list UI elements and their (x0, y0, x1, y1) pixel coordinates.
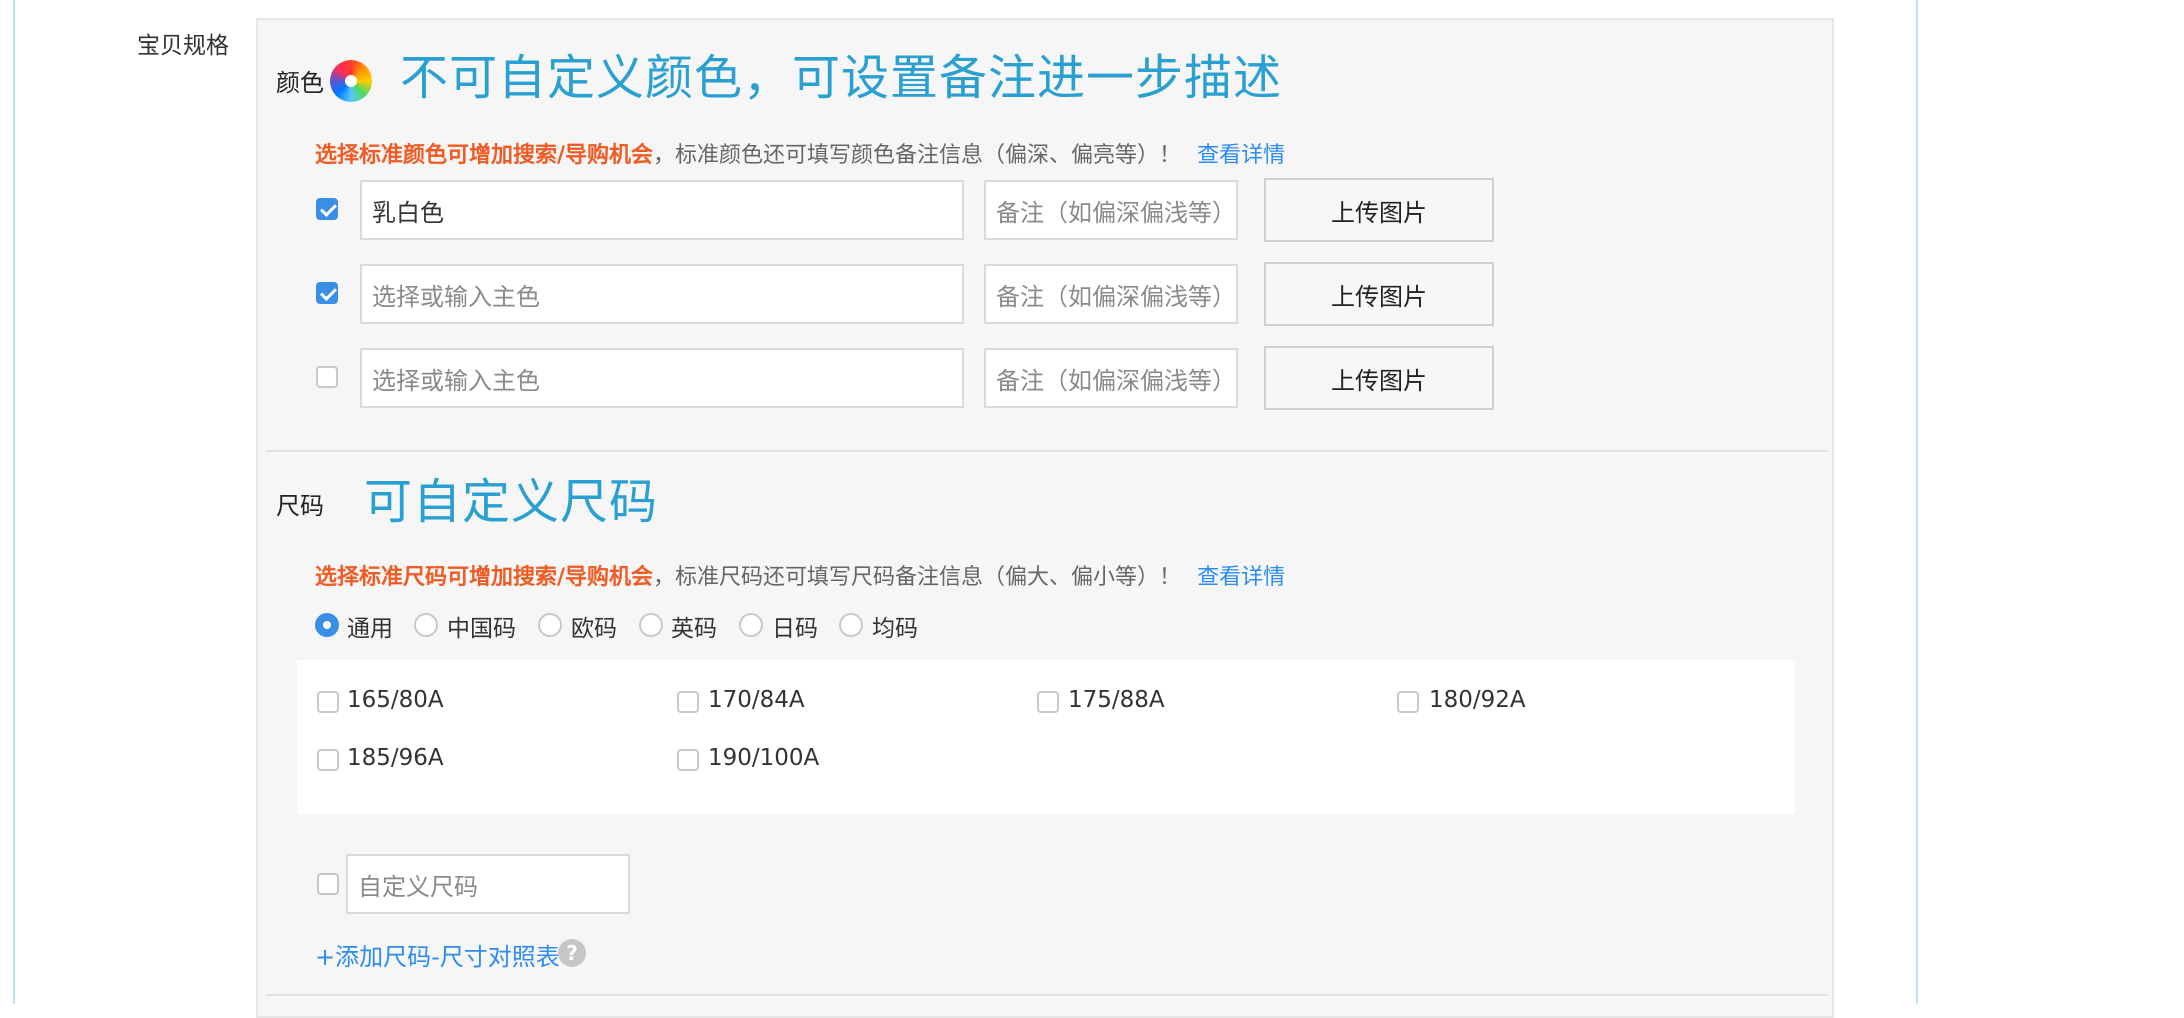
color-row-1-input[interactable]: 乳白色 (360, 180, 964, 240)
color-row-3-note-input[interactable]: 备注（如偏深偏浅等） (984, 348, 1238, 408)
size-checkbox-185-96a[interactable] (317, 749, 339, 771)
color-hint-highlight: 选择标准颜色可增加搜索/导购机会 (315, 143, 654, 168)
size-checkbox-175-88a[interactable] (1037, 691, 1059, 713)
color-row-2-upload-button[interactable]: 上传图片 (1264, 262, 1494, 326)
size-label-175-88a: 175/88A (1068, 687, 1165, 713)
size-system-label-uk: 英码 (671, 616, 717, 642)
size-section-label: 尺码 (276, 492, 324, 520)
size-system-label-chinese: 中国码 (447, 616, 516, 642)
help-icon[interactable]: ? (558, 939, 586, 967)
size-label-190-100a: 190/100A (708, 745, 820, 771)
size-label-170-84a: 170/84A (708, 687, 805, 713)
color-row-3-upload-button[interactable]: 上传图片 (1264, 346, 1494, 410)
size-system-radio-one-size[interactable] (839, 613, 863, 637)
outer-right-border (1916, 0, 1918, 1004)
color-row-3-checkbox[interactable] (316, 366, 338, 388)
size-label-185-96a: 185/96A (347, 745, 444, 771)
size-system-label-general: 通用 (347, 616, 393, 642)
color-hint-text: ，标准颜色还可填写颜色备注信息（偏深、偏亮等）！ (653, 143, 1182, 168)
size-system-radio-chinese[interactable] (414, 613, 438, 637)
size-system-label-one-size: 均码 (872, 616, 918, 642)
size-system-radio-general[interactable] (315, 613, 339, 637)
field-label-sku-spec: 宝贝规格 (137, 33, 229, 59)
color-annotation-title: 不可自定义颜色，可设置备注进一步描述 (400, 50, 1283, 106)
size-system-radio-uk[interactable] (639, 613, 663, 637)
size-checkbox-180-92a[interactable] (1397, 691, 1419, 713)
size-annotation-title: 可自定义尺码 (364, 474, 659, 530)
color-row-3-input[interactable]: 选择或输入主色 (360, 348, 964, 408)
size-hint-details-link[interactable]: 查看详情 (1197, 565, 1285, 590)
color-row-1-checkbox[interactable] (316, 198, 338, 220)
color-row-2-note-input[interactable]: 备注（如偏深偏浅等） (984, 264, 1238, 324)
size-system-radio-jp[interactable] (739, 613, 763, 637)
add-size-chart-link[interactable]: +添加尺码-尺寸对照表 (315, 937, 560, 972)
bottom-divider (266, 994, 1828, 996)
size-checkbox-170-84a[interactable] (677, 691, 699, 713)
color-hint: 选择标准颜色可增加搜索/导购机会，标准颜色还可填写颜色备注信息（偏深、偏亮等）！… (315, 137, 1285, 169)
color-section-label: 颜色 (276, 69, 324, 97)
color-row-2-input[interactable]: 选择或输入主色 (360, 264, 964, 324)
color-hint-details-link[interactable]: 查看详情 (1197, 143, 1285, 168)
size-hint-text: ，标准尺码还可填写尺码备注信息（偏大、偏小等）！ (653, 565, 1182, 590)
custom-size-input[interactable]: 自定义尺码 (346, 854, 630, 914)
color-row-2-checkbox[interactable] (316, 282, 338, 304)
outer-left-border (13, 0, 15, 1004)
size-checkbox-190-100a[interactable] (677, 749, 699, 771)
section-divider (266, 450, 1828, 452)
size-label-180-92a: 180/92A (1429, 687, 1526, 713)
color-row-1-note-input[interactable]: 备注（如偏深偏浅等） (984, 180, 1238, 240)
size-system-label-jp: 日码 (772, 616, 818, 642)
size-label-165-80a: 165/80A (347, 687, 444, 713)
custom-size-checkbox[interactable] (317, 873, 339, 895)
size-checkbox-165-80a[interactable] (317, 691, 339, 713)
color-row-1-upload-button[interactable]: 上传图片 (1264, 178, 1494, 242)
size-system-label-eu: 欧码 (571, 616, 617, 642)
color-wheel-icon (330, 60, 372, 102)
size-hint-highlight: 选择标准尺码可增加搜索/导购机会 (315, 565, 654, 590)
size-system-radio-eu[interactable] (538, 613, 562, 637)
size-hint: 选择标准尺码可增加搜索/导购机会，标准尺码还可填写尺码备注信息（偏大、偏小等）！… (315, 559, 1285, 591)
size-options-panel (297, 660, 1795, 814)
